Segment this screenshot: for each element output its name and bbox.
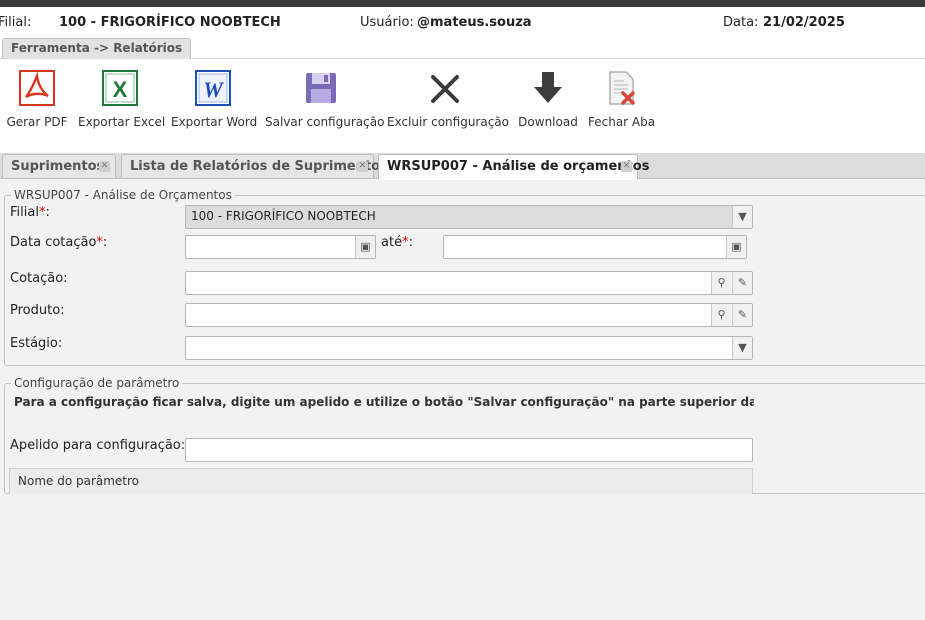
svg-text:W: W — [203, 77, 224, 102]
calendar-icon[interactable]: ▣ — [726, 236, 746, 258]
produto-label: Produto: — [10, 303, 65, 318]
filial-label: Filial: — [0, 15, 32, 30]
eraser-icon[interactable]: ✎ — [732, 272, 752, 294]
excluir-configuracao-label: Excluir configuração — [387, 115, 509, 129]
download-arrow-icon — [534, 72, 562, 103]
tab-bar: Suprimentos ✕ Lista de Relatórios de Sup… — [0, 153, 925, 180]
config-note: Para a configuração ficar salva, digite … — [14, 395, 754, 409]
exportar-excel-label: Exportar Excel — [78, 115, 166, 129]
toolbar: Gerar PDF X Exportar Excel W Exportar Wo… — [0, 59, 925, 153]
breadcrumb[interactable]: Ferramenta -> Relatórios — [2, 38, 192, 59]
download-button[interactable]: Download — [516, 69, 580, 137]
chevron-down-icon[interactable]: ▼ — [732, 337, 752, 359]
produto-input[interactable]: ⚲ ✎ — [185, 303, 753, 327]
exportar-word-label: Exportar Word — [171, 115, 258, 129]
search-icon[interactable]: ⚲ — [711, 272, 731, 294]
filial-field-label: Filial*: — [10, 205, 50, 220]
excel-icon: X — [102, 70, 138, 106]
breadcrumb-bar: Ferramenta -> Relatórios — [0, 38, 925, 59]
salvar-configuracao-label: Salvar configuração — [265, 115, 385, 129]
calendar-icon[interactable]: ▣ — [355, 236, 375, 258]
config-legend: Configuração de parâmetro — [14, 376, 180, 390]
form-legend: WRSUP007 - Análise de Orçamentos — [14, 188, 232, 202]
close-tab-icon — [609, 71, 635, 105]
exportar-excel-button[interactable]: X Exportar Excel — [78, 69, 166, 137]
cotacao-label: Cotação: — [10, 271, 68, 286]
pdf-icon — [19, 70, 55, 106]
data-ate-input[interactable]: ▣ — [443, 235, 747, 259]
fechar-aba-label: Fechar Aba — [588, 115, 656, 129]
apelido-input[interactable] — [185, 438, 753, 462]
gerar-pdf-button[interactable]: Gerar PDF — [6, 69, 68, 137]
top-dark-strip — [0, 0, 925, 7]
search-icon[interactable]: ⚲ — [711, 304, 731, 326]
tab-label: Suprimentos — [11, 159, 105, 174]
excluir-configuracao-button[interactable]: Excluir configuração — [387, 69, 509, 137]
close-icon[interactable]: ✕ — [99, 161, 110, 172]
data-value: 21/02/2025 — [763, 15, 845, 30]
salvar-configuracao-button[interactable]: Salvar configuração — [265, 69, 385, 137]
tab-lista-relatorios[interactable]: Lista de Relatórios de Suprimentos ✕ — [121, 154, 388, 179]
exportar-word-button[interactable]: W Exportar Word — [171, 69, 258, 137]
info-bar: Filial: 100 - FRIGORÍFICO NOOBTECH Usuár… — [0, 7, 925, 38]
required-marker: * — [38, 205, 46, 220]
required-marker: * — [402, 235, 409, 250]
filial-select[interactable]: 100 - FRIGORÍFICO NOOBTECH ▼ — [185, 205, 753, 229]
filial-value: 100 - FRIGORÍFICO NOOBTECH — [59, 15, 281, 30]
ate-label: até*: — [381, 235, 413, 250]
cotacao-input[interactable]: ⚲ ✎ — [185, 271, 753, 295]
tab-wrsup007[interactable]: WRSUP007 - Análise de orçamentos ✕ — [378, 154, 649, 180]
usuario-value: @mateus.souza — [417, 15, 532, 30]
download-label: Download — [518, 115, 578, 129]
usuario-label: Usuário: — [360, 15, 414, 30]
save-icon — [306, 73, 336, 103]
word-icon: W — [195, 70, 231, 106]
data-label: Data: — [723, 15, 759, 30]
estagio-select[interactable]: ▼ — [185, 336, 753, 360]
chevron-down-icon[interactable]: ▼ — [732, 206, 752, 228]
svg-text:X: X — [113, 77, 128, 102]
required-marker: * — [96, 235, 103, 250]
data-cotacao-input[interactable]: ▣ — [185, 235, 376, 259]
close-icon[interactable]: ✕ — [621, 161, 632, 172]
tab-suprimentos[interactable]: Suprimentos ✕ — [2, 154, 116, 179]
apelido-label: Apelido para configuração: — [10, 438, 186, 453]
grid-header-nome-parametro: Nome do parâmetro — [9, 468, 753, 494]
estagio-label: Estágio: — [10, 336, 63, 351]
delete-x-icon — [430, 75, 459, 103]
tab-label: WRSUP007 - Análise de orçamentos — [387, 159, 650, 174]
tab-label: Lista de Relatórios de Suprimentos — [130, 159, 388, 174]
fechar-aba-button[interactable]: Fechar Aba — [588, 69, 656, 137]
data-cotacao-label: Data cotação*: — [10, 235, 108, 250]
eraser-icon[interactable]: ✎ — [732, 304, 752, 326]
close-icon[interactable]: ✕ — [357, 161, 368, 172]
gerar-pdf-label: Gerar PDF — [6, 115, 68, 129]
